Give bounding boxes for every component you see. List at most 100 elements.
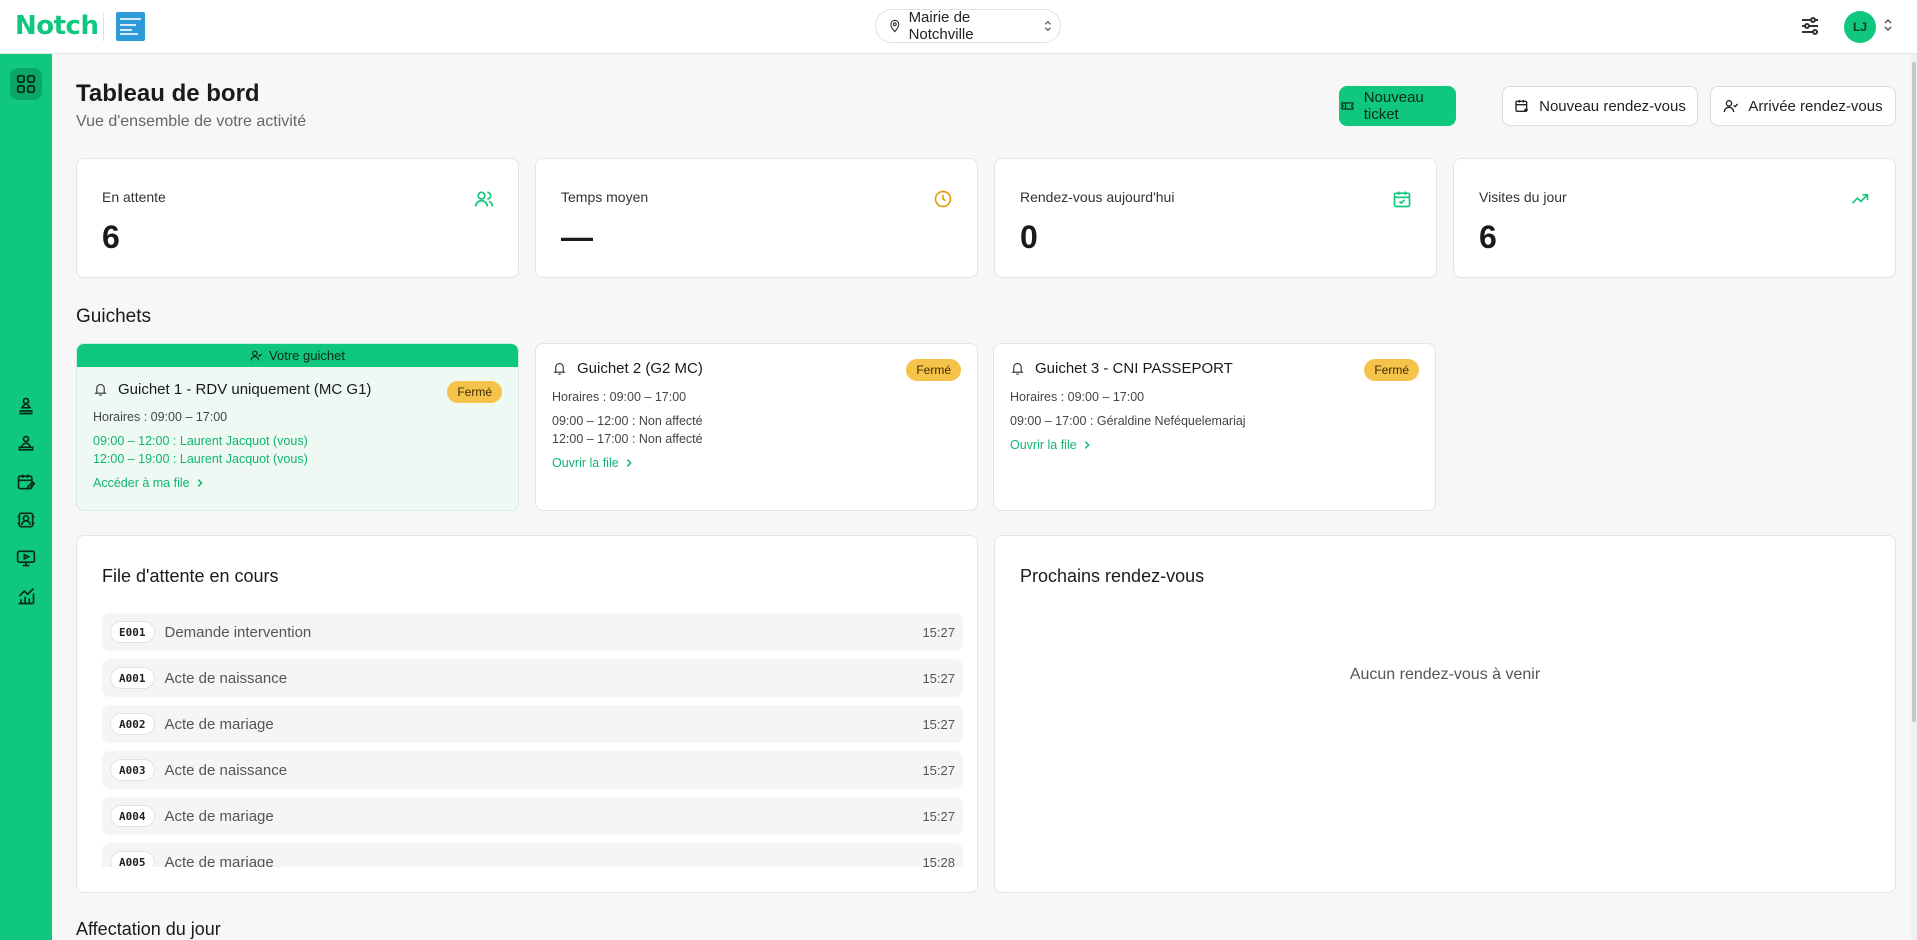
appointment-arrival-button[interactable]: Arrivée rendez-vous — [1710, 86, 1896, 126]
id-card-icon — [17, 512, 35, 528]
guichet-hours: Horaires : 09:00 – 17:00 — [1010, 390, 1145, 404]
sidebar-item-identity[interactable] — [10, 504, 42, 536]
guichet-card-2: Guichet 2 (G2 MC) Fermé Horaires : 09:00… — [535, 343, 978, 511]
logo-divider — [103, 13, 104, 41]
stat-card-visits-today: Visites du jour 6 — [1453, 158, 1896, 278]
ticket-label: Acte de naissance — [164, 761, 288, 779]
ticket-label: Acte de naissance — [164, 669, 288, 687]
user-check-icon — [250, 350, 263, 361]
guichet-header: Guichet 2 (G2 MC) — [552, 360, 703, 377]
guichet-card-1: Votre guichet Guichet 1 - RDV uniquement… — [76, 343, 519, 511]
scrollbar-thumb[interactable] — [1912, 62, 1916, 722]
ticket-time: 15:27 — [922, 762, 955, 778]
guichet-name: Guichet 3 - CNI PASSEPORT — [1035, 360, 1233, 377]
sidebar-item-display[interactable] — [10, 542, 42, 574]
ticket-time: 15:27 — [922, 716, 955, 732]
sidebar-item-dashboard[interactable] — [10, 68, 42, 100]
link-label: Ouvrir la file — [1010, 438, 1077, 452]
location-label: Mairie de Notchville — [908, 9, 974, 43]
sidebar-item-queue[interactable] — [10, 390, 42, 422]
daily-assignment-title: Affectation du jour — [76, 919, 221, 939]
ticket-label: Acte de mariage — [164, 807, 274, 825]
stat-label: Visites du jour — [1479, 189, 1567, 205]
chevron-right-icon — [1084, 441, 1090, 449]
open-queue-link[interactable]: Ouvrir la file — [552, 456, 633, 470]
guichet-slot: 09:00 – 12:00 : Laurent Jacquot (vous) — [93, 434, 308, 448]
queue-row[interactable]: A002 Acte de mariage 15:27 — [102, 705, 963, 743]
sidebar-item-appointments[interactable] — [10, 466, 42, 498]
stat-label: En attente — [102, 189, 166, 205]
open-queue-link[interactable]: Ouvrir la file — [1010, 438, 1091, 452]
queue-row[interactable]: A001 Acte de naissance 15:27 — [102, 659, 963, 697]
counter-icon — [18, 435, 34, 451]
guichet-name: Guichet 2 (G2 MC) — [577, 360, 703, 377]
stat-value: 6 — [1479, 219, 1497, 255]
chevron-right-icon — [197, 479, 203, 487]
guichet-header: Guichet 1 - RDV uniquement (MC G1) — [93, 381, 371, 398]
top-bar: Notch Mairie de Notchville LJ — [0, 0, 1917, 54]
guichet-slot: 09:00 – 12:00 : Non affecté — [552, 414, 703, 428]
page-subtitle: Vue d'ensemble de votre activité — [76, 113, 307, 130]
empty-state-message: Aucun rendez-vous à venir — [1349, 666, 1541, 683]
guichet-slot: 09:00 – 17:00 : Géraldine Neféquelemaria… — [1010, 414, 1246, 428]
calendar-plus-icon — [1515, 100, 1529, 112]
ticket-code: A003 — [110, 759, 155, 781]
trending-up-icon — [1851, 194, 1869, 204]
ticket-code: A005 — [110, 851, 155, 867]
stats-icon — [18, 587, 35, 605]
ticket-code: A004 — [110, 805, 155, 827]
ticket-label: Demande intervention — [164, 623, 312, 641]
queue-icon — [19, 397, 33, 415]
stat-value: 0 — [1020, 219, 1038, 255]
chevron-up-down-icon — [1045, 20, 1052, 32]
sidebar-item-counter[interactable] — [10, 428, 42, 460]
screen-icon — [16, 550, 36, 567]
guichet-slot: 12:00 – 17:00 : Non affecté — [552, 432, 703, 446]
map-pin-icon — [890, 19, 900, 33]
queue-row[interactable]: E001 Demande intervention 15:27 — [102, 613, 963, 651]
stat-value: — — [561, 219, 593, 255]
sliders-icon[interactable] — [1798, 14, 1822, 38]
ticket-code: A001 — [110, 667, 155, 689]
ticket-time: 15:27 — [922, 624, 955, 640]
queue-row[interactable]: A004 Acte de mariage 15:27 — [102, 797, 963, 835]
status-badge: Fermé — [447, 381, 502, 403]
stat-card-waiting: En attente 6 — [76, 158, 519, 278]
ticket-label: Acte de mariage — [164, 853, 274, 868]
queue-list[interactable]: E001 Demande intervention 15:27 A001 Act… — [102, 613, 963, 867]
sidebar-item-statistics[interactable] — [10, 580, 42, 612]
users-icon — [474, 191, 494, 207]
stat-label: Rendez-vous aujourd'hui — [1020, 189, 1175, 205]
ticket-code: E001 — [110, 621, 155, 643]
stat-value: 6 — [102, 219, 120, 255]
stat-card-average-time: Temps moyen — — [535, 158, 978, 278]
ticket-icon — [1341, 102, 1354, 110]
guichet-hours: Horaires : 09:00 – 17:00 — [93, 410, 228, 424]
chevron-up-down-icon[interactable] — [1883, 18, 1893, 32]
location-select[interactable]: Mairie de Notchville — [875, 9, 1061, 43]
my-counter-banner: Votre guichet — [77, 344, 518, 367]
access-my-queue-link[interactable]: Accéder à ma file — [93, 476, 204, 490]
panel-title: Prochains rendez-vous — [1020, 566, 1205, 586]
user-avatar[interactable]: LJ — [1844, 11, 1876, 43]
bell-icon — [1011, 362, 1024, 375]
guichet-header: Guichet 3 - CNI PASSEPORT — [1010, 360, 1233, 377]
dashboard-icon — [16, 74, 36, 94]
clock-icon — [934, 190, 952, 208]
page-title: Tableau de bord — [76, 80, 260, 107]
bell-icon — [94, 383, 107, 396]
panel-title: File d'attente en cours — [102, 566, 279, 586]
my-counter-label: Votre guichet — [269, 348, 345, 363]
app-logo[interactable]: Notch — [15, 11, 99, 41]
guichets-title: Guichets — [76, 306, 151, 327]
stat-card-appointments-today: Rendez-vous aujourd'hui 0 — [994, 158, 1437, 278]
new-appointment-button[interactable]: Nouveau rendez-vous — [1502, 86, 1698, 126]
stat-label: Temps moyen — [561, 189, 649, 205]
queue-row[interactable]: A003 Acte de naissance 15:27 — [102, 751, 963, 789]
guichet-slot: 12:00 – 19:00 : Laurent Jacquot (vous) — [93, 452, 308, 466]
user-check-icon — [1724, 100, 1739, 113]
queue-row[interactable]: A005 Acte de mariage 15:28 — [102, 843, 963, 867]
status-badge: Fermé — [1364, 359, 1419, 381]
ticket-time: 15:28 — [922, 854, 955, 868]
new-ticket-button[interactable]: Nouveau ticket — [1339, 86, 1456, 126]
